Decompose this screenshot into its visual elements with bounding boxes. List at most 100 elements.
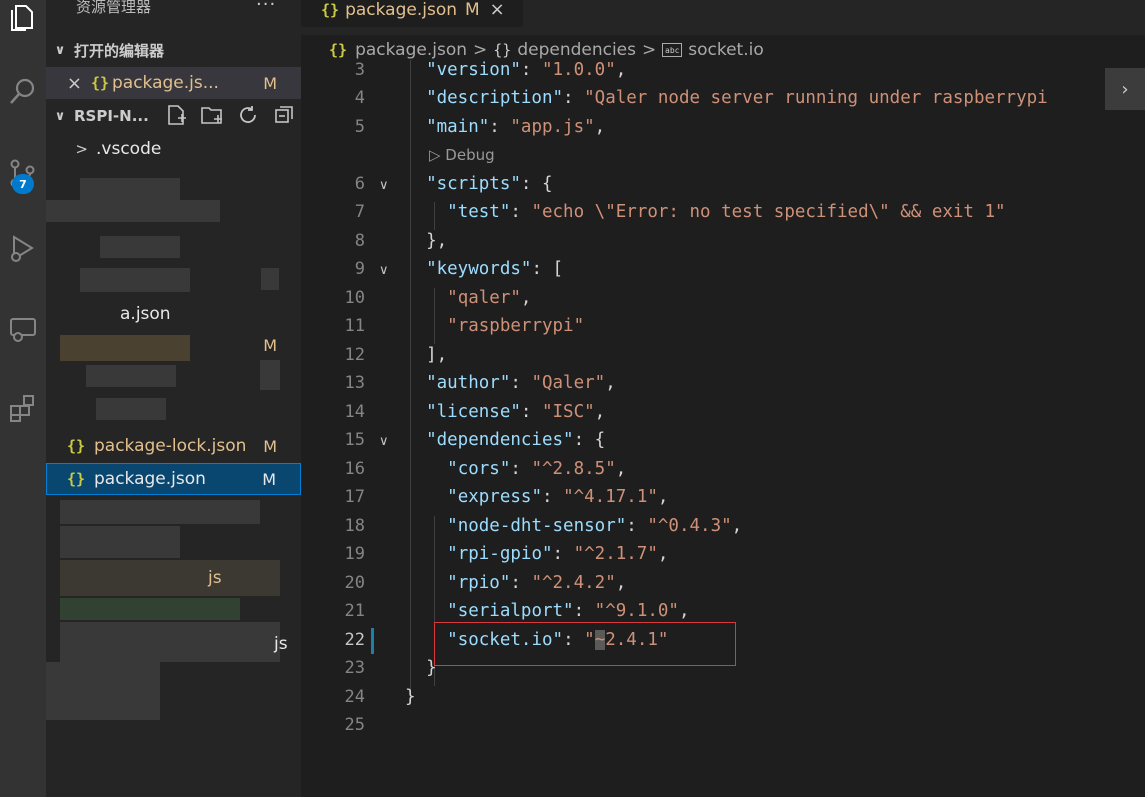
obscured-item xyxy=(46,662,160,720)
obscured-item xyxy=(80,178,180,200)
json-file-icon: {} xyxy=(66,470,86,488)
modified-badge: M xyxy=(262,469,276,489)
code-line-19: "rpi-gpio": "^2.1.7", xyxy=(447,544,669,564)
new-folder-icon[interactable] xyxy=(198,102,226,128)
tree-item-package-json[interactable]: {} package.json M xyxy=(46,463,301,495)
line-number: 9 xyxy=(354,259,365,279)
chevron-down-icon: ∨ xyxy=(54,108,66,124)
json-file-icon: {} xyxy=(321,0,340,19)
fold-chevron-icon[interactable]: ∨ xyxy=(379,178,389,193)
line-number: 5 xyxy=(354,117,365,137)
obscured-item xyxy=(60,526,180,558)
extensions-icon[interactable] xyxy=(0,385,46,431)
new-file-icon[interactable] xyxy=(162,102,190,128)
line-number: 22 xyxy=(344,630,365,650)
breadcrumb-dependencies[interactable]: dependencies xyxy=(517,40,636,60)
chevron-right-icon[interactable]: › xyxy=(1105,68,1145,110)
obscured-item xyxy=(60,335,190,361)
tree-item-label: a.json xyxy=(120,304,171,324)
refresh-icon[interactable] xyxy=(234,102,262,128)
code-line-24: } xyxy=(405,687,416,707)
code-line-5: "main": "app.js", xyxy=(426,117,606,137)
open-editors-header[interactable]: ∨ 打开的编辑器 xyxy=(46,35,301,65)
obscured-item xyxy=(60,560,280,596)
explorer-icon[interactable] xyxy=(0,0,46,40)
close-icon[interactable]: × xyxy=(490,0,505,20)
line-number: 13 xyxy=(344,373,365,393)
code-line-15: "dependencies": { xyxy=(426,430,606,450)
modified-badge: M xyxy=(263,73,277,93)
debug-codelens[interactable]: ▷ Debug xyxy=(429,146,495,164)
breadcrumb-socket-io[interactable]: socket.io xyxy=(688,40,764,60)
code-line-16: "cors": "^2.8.5", xyxy=(447,459,627,479)
code-line-4: "description": "Qaler node server runnin… xyxy=(426,88,1048,108)
code-line-13: "author": "Qaler", xyxy=(426,373,616,393)
line-number: 11 xyxy=(344,316,365,336)
code-line-9: "keywords": [ xyxy=(426,259,564,279)
code-line-20: "rpio": "^2.4.2", xyxy=(447,573,627,593)
fold-chevron-icon[interactable]: ∨ xyxy=(379,263,389,278)
obscured-item xyxy=(46,200,220,222)
code-line-22: "socket.io": "~2.4.1" xyxy=(447,630,669,650)
code-line-6: "scripts": { xyxy=(426,174,553,194)
line-number: 3 xyxy=(354,60,365,80)
open-editor-item[interactable]: × {} package.js... M xyxy=(46,67,301,99)
code-line-7: "test": "echo \"Error: no test specified… xyxy=(447,202,1006,222)
obscured-item xyxy=(86,365,176,387)
line-number: 24 xyxy=(344,687,365,707)
tree-item-package-lock[interactable]: {} package-lock.json M xyxy=(46,430,301,462)
line-number: 25 xyxy=(344,715,365,735)
code-line-3: "version": "1.0.0", xyxy=(426,60,627,80)
line-number: 17 xyxy=(344,487,365,507)
tree-item-label: .vscode xyxy=(96,139,162,159)
tab-bar: {} package.json M × xyxy=(301,0,1145,35)
obscured-item xyxy=(60,500,260,524)
modified-badge: M xyxy=(465,0,480,20)
string-icon: abc xyxy=(662,43,683,57)
modified-badge: M xyxy=(263,336,277,355)
code-line-17: "express": "^4.17.1", xyxy=(447,487,669,507)
chevron-down-icon: ∨ xyxy=(54,42,66,58)
tree-item-label: package.json xyxy=(94,469,206,489)
more-actions-icon[interactable]: ··· xyxy=(256,0,276,15)
code-line-10: "qaler", xyxy=(447,288,532,308)
code-line-21: "serialport": "^9.1.0", xyxy=(447,601,690,621)
line-number: 12 xyxy=(344,345,365,365)
obscured-item xyxy=(80,268,190,292)
json-file-icon: {} xyxy=(90,74,110,92)
activity-bar: 7 xyxy=(0,0,46,797)
fold-chevron-icon[interactable]: ∨ xyxy=(379,434,389,449)
line-number: 16 xyxy=(344,459,365,479)
line-number: 14 xyxy=(344,402,365,422)
tree-item-label: js xyxy=(208,568,222,588)
tab-package-json[interactable]: {} package.json M × xyxy=(301,0,523,27)
tree-item-json[interactable]: a.json xyxy=(46,298,301,330)
close-icon[interactable]: × xyxy=(46,73,88,94)
obscured-item xyxy=(60,622,280,662)
collapse-all-icon[interactable] xyxy=(270,102,298,128)
tree-item-vscode[interactable]: > .vscode xyxy=(46,133,301,165)
code-line-18: "node-dht-sensor": "^0.4.3", xyxy=(447,516,743,536)
line-number: 15 xyxy=(344,430,365,450)
code-line-8: }, xyxy=(426,231,448,251)
code-line-11: "raspberrypi" xyxy=(447,316,585,336)
line-number: 21 xyxy=(344,601,365,621)
code-editor[interactable]: › 3 4 5 6 7 8 9 10 11 12 13 14 15 16 17 … xyxy=(301,60,1145,797)
line-number: 6 xyxy=(354,174,365,194)
remote-explorer-icon[interactable] xyxy=(0,305,46,351)
obscured-item xyxy=(96,398,166,420)
breadcrumb-file[interactable]: package.json xyxy=(355,40,467,60)
obscured-item xyxy=(261,268,279,290)
obscured-item xyxy=(100,236,180,258)
modified-badge: M xyxy=(263,436,277,456)
modified-line-indicator xyxy=(371,628,374,654)
search-icon[interactable] xyxy=(0,68,46,114)
explorer-title: 资源管理器 xyxy=(76,0,152,16)
open-editor-name: package.js... xyxy=(112,73,219,93)
chevron-right-icon: > xyxy=(642,40,657,60)
run-debug-icon[interactable] xyxy=(0,225,46,271)
chevron-right-icon: > xyxy=(473,40,488,60)
obscured-item xyxy=(260,360,280,390)
object-icon: {} xyxy=(493,41,512,59)
line-number: 19 xyxy=(344,544,365,564)
